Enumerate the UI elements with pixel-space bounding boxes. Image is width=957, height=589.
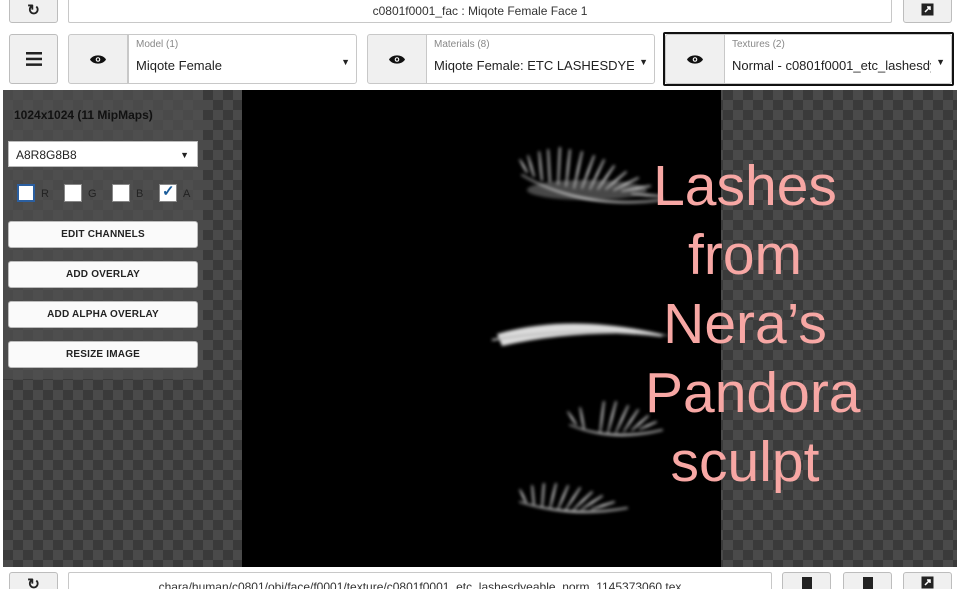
open-folder-button[interactable] (903, 572, 952, 589)
caption-line: Nera’s (663, 292, 827, 356)
file-export-icon (801, 576, 812, 589)
channel-b-checkbox[interactable] (112, 184, 130, 202)
file-path: chara/human/c0801/obj/face/f0001/texture… (158, 580, 682, 589)
checkmark-icon: ✓ (162, 183, 175, 200)
caption-line: from (688, 223, 802, 287)
caption-line: Lashes (653, 154, 837, 218)
eye-icon (687, 54, 703, 64)
channel-g-checkbox[interactable] (64, 184, 82, 202)
texture-tools-panel: 1024x1024 (11 MipMaps) A8R8G8B8 ▼ R G B … (3, 90, 203, 379)
refresh-button[interactable]: ↻ (9, 0, 58, 23)
materials-select[interactable]: Materials (8) Miqote Female: ETC LASHESD… (426, 34, 655, 84)
caption-overlay: Lashes from Nera’s Pandora sculpt (645, 152, 861, 497)
channel-b-label: B (136, 188, 144, 200)
materials-select-label: Materials (8) (434, 39, 490, 50)
add-alpha-overlay-button[interactable]: ADD ALPHA OVERLAY (8, 301, 198, 328)
chevron-down-icon: ▼ (639, 57, 648, 67)
popout-icon (921, 3, 934, 16)
chevron-down-icon: ▼ (936, 57, 945, 67)
refresh-icon: ↻ (27, 1, 40, 19)
materials-select-value: Miqote Female: ETC LASHESDYEABL (434, 58, 634, 73)
textures-visibility-toggle[interactable] (665, 34, 725, 84)
menu-button[interactable] (9, 34, 58, 84)
eye-icon (90, 54, 106, 64)
textures-select-value: Normal - c0801f0001_etc_lashesdye (732, 58, 931, 73)
file-import-icon (862, 576, 873, 589)
caption-line: sculpt (670, 430, 820, 494)
resize-image-button[interactable]: RESIZE IMAGE (8, 341, 198, 368)
refresh-icon: ↻ (27, 575, 40, 589)
popout-icon (921, 576, 934, 589)
caption-line: Pandora (645, 361, 861, 425)
texture-dimensions: 1024x1024 (11 MipMaps) (14, 108, 153, 122)
channel-g-label: G (88, 188, 97, 200)
textures-select-label: Textures (2) (732, 39, 785, 50)
texture-viewport[interactable]: 1024x1024 (11 MipMaps) A8R8G8B8 ▼ R G B … (3, 90, 957, 567)
chevron-down-icon: ▼ (180, 150, 189, 160)
import-button[interactable] (843, 572, 892, 589)
file-title-bar[interactable]: c0801f0001_fac : Miqote Female Face 1 (68, 0, 892, 23)
format-select-value: A8R8G8B8 (16, 148, 77, 162)
format-select[interactable]: A8R8G8B8 ▼ (8, 141, 198, 167)
export-button[interactable] (782, 572, 831, 589)
materials-visibility-toggle[interactable] (367, 34, 427, 84)
channel-a-checkbox[interactable]: ✓ (159, 183, 177, 202)
file-path-bar[interactable]: chara/human/c0801/obj/face/f0001/texture… (68, 572, 772, 589)
model-visibility-toggle[interactable] (68, 34, 128, 84)
eye-icon (389, 54, 405, 64)
chevron-down-icon: ▼ (341, 57, 350, 67)
model-select[interactable]: Model (1) Miqote Female ▼ (128, 34, 357, 84)
textures-select[interactable]: Textures (2) Normal - c0801f0001_etc_las… (724, 34, 952, 84)
hamburger-icon (25, 52, 42, 66)
file-title: c0801f0001_fac : Miqote Female Face 1 (372, 4, 588, 18)
model-select-value: Miqote Female (136, 58, 222, 73)
model-select-label: Model (1) (136, 39, 179, 50)
channel-a-label: A (183, 188, 191, 200)
edit-channels-button[interactable]: EDIT CHANNELS (8, 221, 198, 248)
popout-button[interactable] (903, 0, 952, 23)
reload-file-button[interactable]: ↻ (9, 572, 58, 589)
add-overlay-button[interactable]: ADD OVERLAY (8, 261, 198, 288)
channel-r-label: R (41, 188, 49, 200)
channel-r-checkbox[interactable] (17, 184, 35, 202)
